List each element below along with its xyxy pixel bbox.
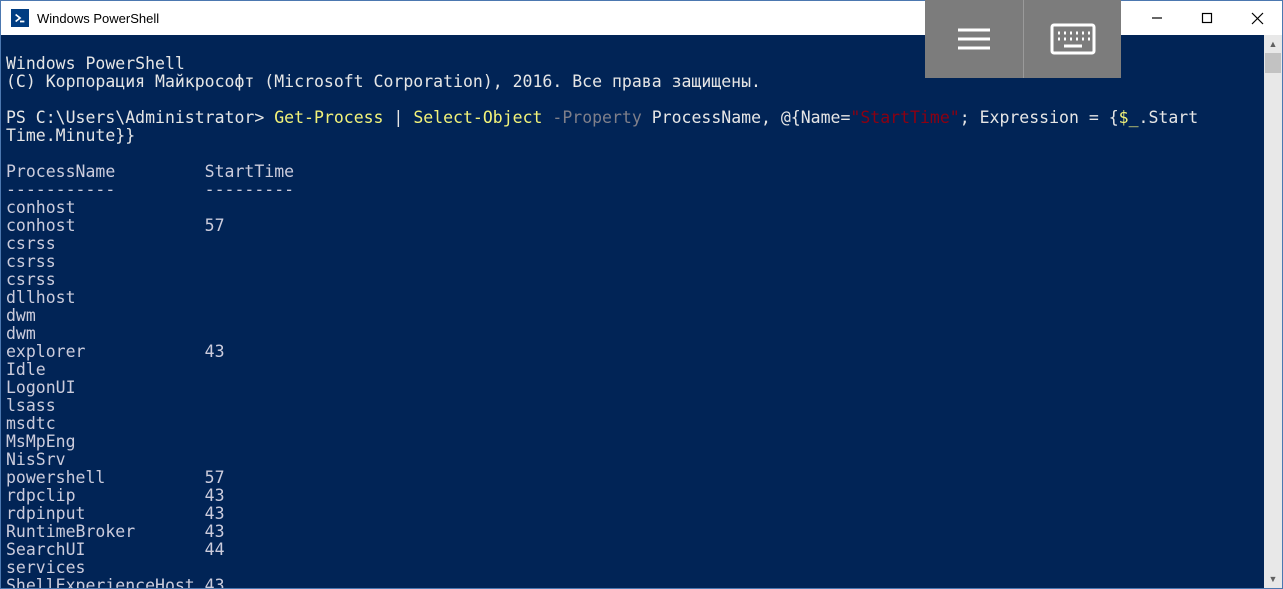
cmd-line2: Time.Minute}} [6,126,135,145]
cmd-space [642,108,652,127]
cell-processname: dwm [6,325,205,343]
table-header-separator: -------------------- [6,181,1277,199]
scrollbar-track[interactable] [1264,53,1282,570]
cell-starttime: 43 [205,523,225,541]
cmd-args-part1: ProcessName, @{Name= [652,108,851,127]
cell-processname: explorer [6,343,205,361]
vertical-scrollbar[interactable]: ▲ ▼ [1264,35,1282,588]
cell-starttime: 43 [205,577,225,588]
window-controls [1132,1,1282,35]
cmd-args-part2: ; Expression = { [960,108,1119,127]
scrollbar-thumb[interactable] [1265,53,1281,73]
cell-processname: conhost [6,217,205,235]
column-header-processname: ProcessName [6,163,205,181]
close-button[interactable] [1232,1,1282,35]
cell-starttime: 43 [205,487,225,505]
cell-processname: rdpinput [6,505,205,523]
table-row: SearchUI44 [6,541,1277,559]
table-row: dwm [6,325,1277,343]
cell-processname: MsMpEng [6,433,205,451]
column-sep-processname: ----------- [6,181,205,199]
cell-processname: RuntimeBroker [6,523,205,541]
cell-processname: LogonUI [6,379,205,397]
maximize-button[interactable] [1182,1,1232,35]
keyboard-icon-button[interactable] [1023,0,1121,78]
cell-processname: ShellExperienceHost [6,577,205,588]
minimize-button[interactable] [1132,1,1182,35]
cell-processname: rdpclip [6,487,205,505]
cell-processname: conhost [6,199,205,217]
cell-processname: Idle [6,361,205,379]
table-row: Idle [6,361,1277,379]
cmd-dollar-underscore: $_ [1119,108,1139,127]
cmd-property-param: -Property [552,108,641,127]
table-row: NisSrv [6,451,1277,469]
scrollbar-up-button[interactable]: ▲ [1264,35,1282,53]
cell-processname: services [6,559,205,577]
terminal-prompt: PS C:\Users\Administrator> [6,108,274,127]
column-sep-starttime: --------- [205,181,294,199]
table-row: msdtc [6,415,1277,433]
cell-processname: csrss [6,271,205,289]
table-row: powershell57 [6,469,1277,487]
terminal-output[interactable]: Windows PowerShell (C) Корпорация Майкро… [1,35,1282,588]
cmd-starttime-string: "StartTime" [850,108,959,127]
powershell-icon [11,9,29,27]
cell-processname: SearchUI [6,541,205,559]
cmd-selectobject: Select-Object [413,108,542,127]
cell-starttime: 44 [205,541,225,559]
cell-processname: csrss [6,235,205,253]
cell-processname: csrss [6,253,205,271]
hamburger-menu-button[interactable] [925,0,1023,78]
table-row: csrss [6,253,1277,271]
window-title: Windows PowerShell [37,11,159,26]
terminal-header-line1: Windows PowerShell [6,54,185,73]
overlay-toolbar [925,0,1121,78]
table-row: rdpclip43 [6,487,1277,505]
cmd-space [542,108,552,127]
table-row: RuntimeBroker43 [6,523,1277,541]
powershell-window: Windows PowerShell Windows Po [0,0,1283,589]
table-row: ShellExperienceHost43 [6,577,1277,588]
table-rows: conhostconhost57csrsscsrsscsrssdllhostdw… [6,199,1277,588]
table-row: lsass [6,397,1277,415]
table-header-row: ProcessNameStartTime [6,163,1277,181]
cmd-args-part3: .Start [1139,108,1199,127]
cell-processname: NisSrv [6,451,205,469]
cell-starttime: 57 [205,217,225,235]
table-row: explorer43 [6,343,1277,361]
cmd-pipe: | [384,108,414,127]
cell-starttime: 43 [205,343,225,361]
table-row: dllhost [6,289,1277,307]
cell-processname: dllhost [6,289,205,307]
scrollbar-down-button[interactable]: ▼ [1264,570,1282,588]
column-header-starttime: StartTime [205,163,294,181]
table-row: services [6,559,1277,577]
cell-processname: dwm [6,307,205,325]
cell-processname: powershell [6,469,205,487]
cell-starttime: 57 [205,469,225,487]
table-row: dwm [6,307,1277,325]
cmd-getprocess: Get-Process [274,108,383,127]
table-row: conhost57 [6,217,1277,235]
table-row: csrss [6,271,1277,289]
terminal-header-line2: (C) Корпорация Майкрософт (Microsoft Cor… [6,72,761,91]
table-row: LogonUI [6,379,1277,397]
table-row: rdpinput43 [6,505,1277,523]
cell-processname: msdtc [6,415,205,433]
cell-starttime: 43 [205,505,225,523]
table-row: conhost [6,199,1277,217]
table-row: csrss [6,235,1277,253]
table-row: MsMpEng [6,433,1277,451]
cell-processname: lsass [6,397,205,415]
